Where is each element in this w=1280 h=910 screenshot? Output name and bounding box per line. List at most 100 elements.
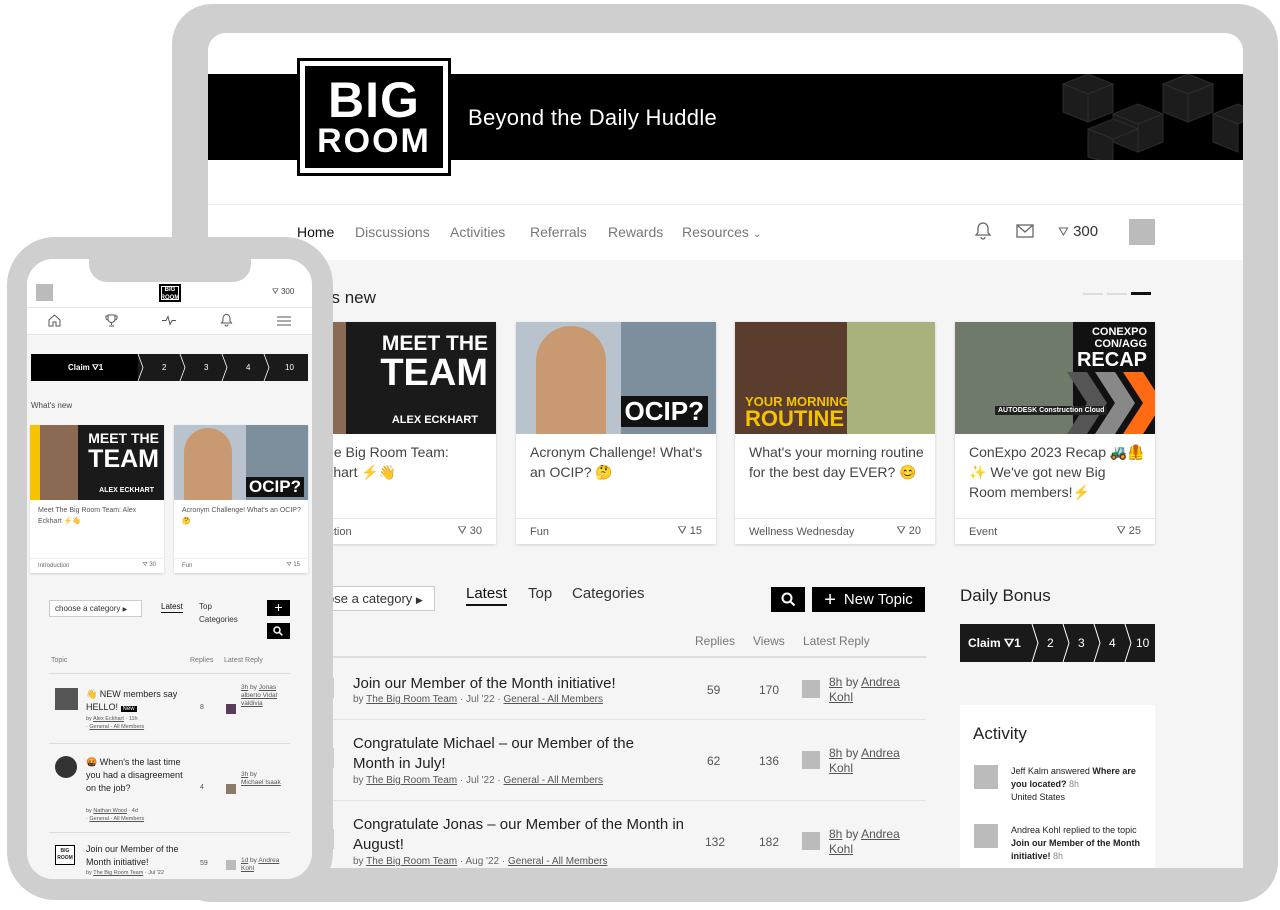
activity-target[interactable]: Join our Member of the Month initiative!: [1011, 838, 1140, 861]
claim-label: Claim: [968, 636, 1001, 650]
activity-item[interactable]: Andrea Kohl replied to the topic Join ou…: [974, 824, 1154, 868]
big-room-logo[interactable]: BIG ROOM: [297, 58, 451, 176]
claim-button[interactable]: Claim ⛛1: [968, 636, 1021, 651]
card-points-value: 30: [469, 525, 482, 537]
caret-right-icon: ▶: [415, 595, 423, 605]
activity-who: Jeff Kalm: [1011, 766, 1049, 776]
latest-reply-avatar[interactable]: [802, 832, 820, 850]
search-button[interactable]: [771, 587, 805, 612]
activity-item[interactable]: Jeff Kalm answered Where are you located…: [974, 765, 1154, 809]
bell-icon[interactable]: [974, 221, 992, 241]
topic-title[interactable]: Congratulate Jonas – our Member of the M…: [353, 815, 693, 855]
latest-reply: 8h by Andrea Kohl: [829, 746, 909, 776]
search-icon: [781, 592, 795, 607]
phone-topic-title[interactable]: 👋 NEW members say HELLO! New: [86, 688, 194, 716]
topic-author[interactable]: The Big Room Team: [366, 856, 457, 867]
latest-reply-time[interactable]: 8h: [829, 675, 842, 689]
phone-claim-button[interactable]: Claim ⛛1: [68, 363, 103, 373]
daily-bonus-title: Daily Bonus: [960, 586, 1051, 605]
topic-title[interactable]: Congratulate Michael – our Member of the…: [353, 734, 673, 774]
latest-reply-avatar[interactable]: [802, 680, 820, 698]
category-select[interactable]: ose a category ▶: [318, 586, 435, 611]
phone-card-ocip[interactable]: OCIP? Acronym Challenge! What's an OCIP?…: [174, 425, 308, 573]
phone-topic-row[interactable]: 👋 NEW members say HELLO! New by Alex Eck…: [49, 673, 290, 740]
phone-latest-time[interactable]: 1d: [241, 857, 248, 864]
phone-search-button[interactable]: [267, 623, 290, 639]
topic-meta: by The Big Room Team · Jul '22 · General…: [353, 775, 603, 786]
topic-title[interactable]: Join our Member of the Month initiative!: [353, 674, 616, 694]
phone-topic-category[interactable]: General - All Members: [89, 816, 144, 822]
nav-discussions[interactable]: Discussions: [355, 224, 430, 240]
phone-topic-title[interactable]: Join our Member of the Month initiative!: [86, 843, 190, 869]
nav-activities[interactable]: Activities: [450, 224, 505, 240]
nav-rewards[interactable]: Rewards: [608, 224, 663, 240]
tab-categories[interactable]: Categories: [572, 585, 645, 602]
topic-author[interactable]: The Big Room Team: [366, 775, 457, 786]
new-topic-button[interactable]: + New Topic: [812, 587, 925, 612]
latest-reply-by: by: [845, 827, 859, 841]
carousel-indicators[interactable]: [1083, 292, 1173, 296]
topic-author[interactable]: The Big Room Team: [366, 694, 457, 705]
mail-icon[interactable]: [1016, 224, 1034, 238]
tagline: Beyond the Daily Huddle: [468, 105, 718, 130]
caret-right-icon: ▶: [122, 607, 128, 613]
user-avatar[interactable]: [1129, 219, 1155, 245]
card-ocip[interactable]: OCIP? Acronym Challenge! What's an OCIP?…: [516, 322, 716, 544]
phone-latest-by: by: [250, 771, 257, 778]
latest-reply-avatar[interactable]: [802, 751, 820, 769]
nav-referrals[interactable]: Referrals: [530, 224, 587, 240]
activity-icon[interactable]: [162, 314, 176, 327]
menu-icon[interactable]: [277, 316, 291, 326]
phone-latest-time[interactable]: 3h: [241, 771, 248, 778]
phone-card-meet-team[interactable]: MEET THE TEAM ALEX ECKHART Meet The Big …: [30, 425, 164, 573]
nav-home[interactable]: Home: [297, 224, 334, 240]
phone-topic-author[interactable]: Nathan Wood: [93, 808, 127, 814]
topic-meta: by The Big Room Team · Aug '22 · General…: [353, 856, 608, 867]
latest-reply-avatar[interactable]: [226, 784, 236, 794]
latest-reply-avatar[interactable]: [226, 704, 236, 714]
tab-top[interactable]: Top: [528, 585, 552, 602]
topic-date: Aug '22: [465, 856, 500, 867]
card-conexpo[interactable]: CONEXPO CON/AGG RECAP AUTODESK Construct…: [955, 322, 1155, 544]
phone-points[interactable]: ⛛ 300: [272, 287, 294, 297]
phone-logo[interactable]: BIG ROOM: [159, 284, 181, 302]
activity-time: 8h: [1069, 779, 1080, 789]
big-room-avatar: BIG ROOM: [55, 845, 75, 865]
phone-topic-row[interactable]: 🤬 When's the last time you had a disagre…: [49, 743, 290, 822]
phone-topic-author[interactable]: Alex Eckhart: [93, 716, 124, 722]
card-morning-routine[interactable]: YOUR MORNING ROUTINE What's your morning…: [735, 322, 935, 544]
phone-topic-category[interactable]: General - All Members: [89, 724, 144, 730]
phone-card-title: Meet The Big Room Team: Alex Eckhart ⚡👋: [38, 507, 137, 525]
phone-category-select[interactable]: choose a category ▶: [49, 600, 142, 617]
phone-tab-latest[interactable]: Latest: [161, 602, 183, 613]
phone-tab-categories[interactable]: Categories: [199, 615, 238, 624]
home-icon[interactable]: [48, 314, 61, 327]
topic-views: 182: [759, 835, 780, 849]
activity-time: 8h: [1053, 851, 1064, 861]
points-display[interactable]: ⛛ 300: [1058, 223, 1098, 240]
phone-topic-title[interactable]: 🤬 When's the last time you had a disagre…: [86, 756, 190, 795]
latest-reply-time[interactable]: 8h: [829, 746, 842, 760]
phone-topic-meta: by Alex Eckhart · 11h · General - All Mem…: [86, 716, 145, 730]
topic-category[interactable]: General - All Members: [508, 856, 607, 867]
header-replies: Replies: [695, 634, 736, 648]
accent-stripe: [30, 425, 40, 500]
nav-resources[interactable]: Resources ⌄: [682, 224, 761, 240]
latest-reply-time[interactable]: 8h: [829, 827, 842, 841]
topic-category[interactable]: General - All Members: [504, 775, 603, 786]
bell-icon[interactable]: [220, 313, 233, 327]
phone-latest-user[interactable]: Michael Isaak: [241, 779, 281, 786]
phone-new-topic-button[interactable]: +: [267, 600, 290, 616]
topic-category[interactable]: General - All Members: [504, 694, 603, 705]
phone-card-points: ⛛ 15: [287, 562, 300, 569]
phone-topic-author[interactable]: The Big Room Team: [93, 870, 143, 876]
daily-bonus-bar: Claim ⛛1 2 3 4 10: [960, 624, 1155, 662]
tab-latest[interactable]: Latest: [466, 585, 507, 606]
phone-latest-time[interactable]: 3h: [241, 684, 248, 691]
phone-topic-row[interactable]: BIG ROOM Join our Member of the Month ini…: [49, 832, 290, 879]
phone-topic-replies: 59: [200, 860, 208, 867]
trophy-icon[interactable]: [105, 314, 118, 327]
latest-reply-avatar[interactable]: [226, 860, 236, 870]
avatar[interactable]: [36, 284, 53, 301]
phone-tab-top[interactable]: Top: [199, 602, 212, 611]
